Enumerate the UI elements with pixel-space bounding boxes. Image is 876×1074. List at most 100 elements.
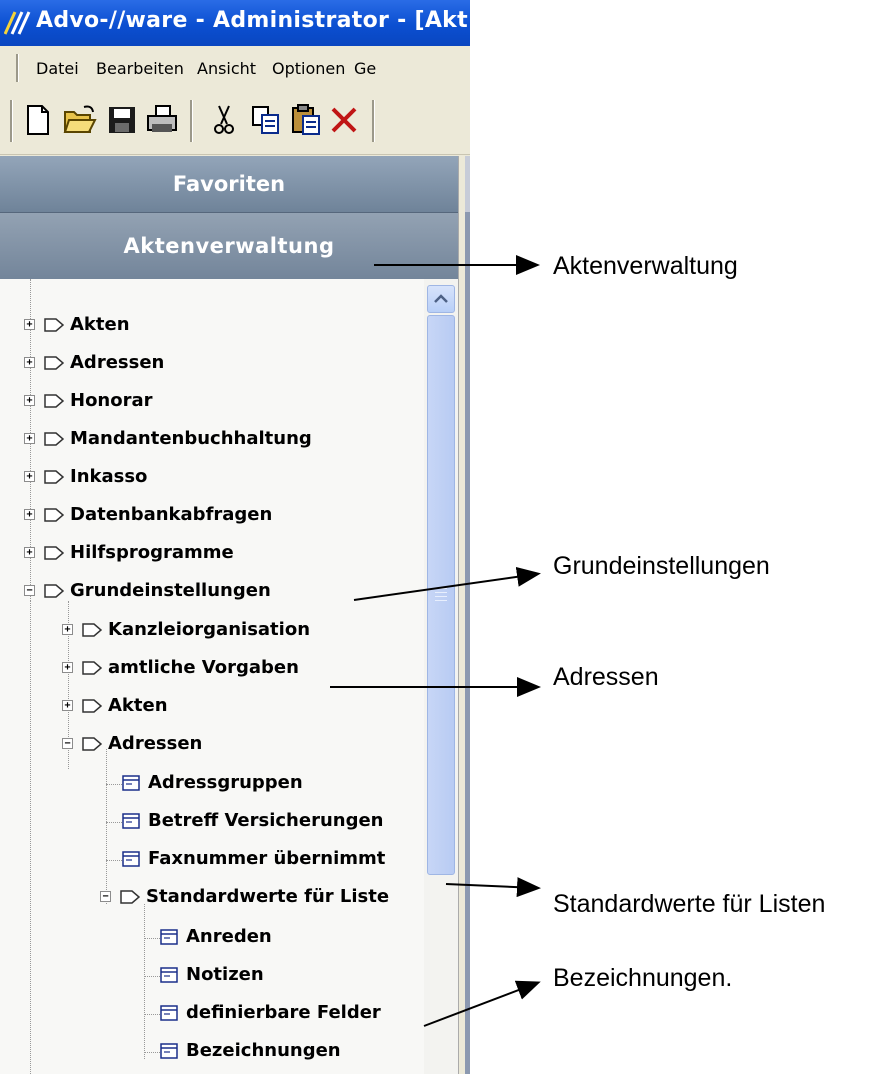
- tree-arrow-icon: [82, 737, 102, 751]
- navigation-tree: + Akten + Adressen + Honorar + Mandanten…: [0, 279, 424, 1074]
- tree-arrow-icon: [82, 623, 102, 637]
- main-content-tab: [465, 156, 470, 212]
- tree-item-label: Bezeichnungen: [186, 1040, 341, 1061]
- chevron-up-icon: [434, 294, 448, 303]
- aktenverwaltung-bar[interactable]: Aktenverwaltung: [0, 213, 458, 280]
- tree-item-label: Anreden: [186, 926, 272, 947]
- menu-bearbeiten[interactable]: Bearbeiten: [96, 59, 184, 78]
- menu-ge[interactable]: Ge: [354, 59, 376, 78]
- print-icon[interactable]: [144, 102, 180, 138]
- tree-connector: [30, 601, 31, 1074]
- expand-toggle[interactable]: +: [62, 700, 73, 711]
- copy-icon[interactable]: [248, 102, 284, 138]
- window-title: Advo-//ware - Administrator - [Akt: [36, 8, 468, 33]
- favoriten-bar[interactable]: Favoriten: [0, 156, 458, 213]
- main-content-area: [465, 156, 470, 1074]
- expand-toggle[interactable]: +: [24, 395, 35, 406]
- tree-connector: [144, 938, 160, 939]
- tree-arrow-icon: [120, 890, 140, 904]
- tree-connector: [144, 976, 160, 977]
- tree-item-label: Adressen: [108, 733, 203, 754]
- tree-item-label: Standardwerte für Liste: [146, 886, 390, 907]
- tree-arrow-icon: [44, 470, 64, 484]
- expand-toggle[interactable]: +: [24, 433, 35, 444]
- delete-icon[interactable]: [326, 102, 362, 138]
- tree-item-label: Grundeinstellungen: [70, 580, 271, 601]
- form-icon: [160, 967, 178, 983]
- form-icon: [160, 1005, 178, 1021]
- tree-item-label: Adressgruppen: [148, 772, 303, 793]
- expand-toggle[interactable]: +: [24, 357, 35, 368]
- expand-toggle[interactable]: +: [62, 662, 73, 673]
- annotation-standardwerte: Standardwerte für Listen: [553, 890, 826, 918]
- open-folder-icon[interactable]: [62, 102, 98, 138]
- menu-ansicht[interactable]: Ansicht: [197, 59, 256, 78]
- scroll-thumb[interactable]: [427, 315, 455, 875]
- screenshot-window: Advo-//ware - Administrator - [Akt Datei…: [0, 0, 470, 1074]
- tree-item-label: Honorar: [70, 390, 153, 411]
- menu-datei[interactable]: Datei: [36, 59, 79, 78]
- annotation-adressen: Adressen: [553, 663, 659, 691]
- tree-arrow-icon: [44, 432, 64, 446]
- tree-item-label: Akten: [108, 695, 168, 716]
- form-icon: [122, 813, 140, 829]
- tree-item-label: definierbare Felder: [186, 1002, 381, 1023]
- tree-arrow-icon: [82, 699, 102, 713]
- thumb-grip-line: [435, 592, 447, 593]
- form-icon: [122, 851, 140, 867]
- tree-item-label: Akten: [70, 314, 130, 335]
- tree-arrow-icon: [44, 508, 64, 522]
- form-icon: [160, 929, 178, 945]
- tree-item-label: amtliche Vorgaben: [108, 657, 299, 678]
- thumb-grip-line: [435, 600, 447, 601]
- form-icon: [160, 1043, 178, 1059]
- tree-item-label: Betreff Versicherungen: [148, 810, 384, 831]
- collapse-toggle[interactable]: −: [100, 891, 111, 902]
- tree-item-label: Notizen: [186, 964, 264, 985]
- scroll-up-button[interactable]: [427, 285, 455, 313]
- tree-connector: [144, 1014, 160, 1015]
- save-icon[interactable]: [104, 102, 140, 138]
- tree-connector: [106, 860, 122, 861]
- tree-connector: [144, 904, 145, 1059]
- menu-bar: Datei Bearbeiten Ansicht Optionen Ge: [0, 46, 470, 91]
- toolbar-separator: [190, 100, 193, 142]
- tree-item-label: Adressen: [70, 352, 165, 373]
- tree-item-label: Kanzleiorganisation: [108, 619, 311, 640]
- tree-item-label: Datenbankabfragen: [70, 504, 273, 525]
- thumb-grip-line: [435, 596, 447, 597]
- tree-item-label: Faxnummer übernimmt: [148, 848, 386, 869]
- tree-scrollbar[interactable]: [424, 279, 458, 1074]
- tree-arrow-icon: [82, 661, 102, 675]
- annotation-bezeichnungen: Bezeichnungen.: [553, 964, 733, 992]
- menu-grip: [16, 54, 19, 82]
- annotation-aktenverwaltung: Aktenverwaltung: [553, 252, 738, 280]
- tree-arrow-icon: [44, 546, 64, 560]
- tree-connector: [144, 1052, 160, 1053]
- tree-item-label: Hilfsprogramme: [70, 542, 234, 563]
- tree-connector: [106, 749, 107, 904]
- collapse-toggle[interactable]: −: [24, 585, 35, 596]
- tree-arrow-icon: [44, 584, 64, 598]
- title-bar[interactable]: Advo-//ware - Administrator - [Akt: [0, 0, 470, 46]
- cut-icon[interactable]: [206, 102, 242, 138]
- collapse-toggle[interactable]: −: [62, 738, 73, 749]
- thumb-grip-line: [435, 588, 447, 589]
- app-logo-icon: [4, 11, 31, 35]
- new-document-icon[interactable]: [20, 102, 56, 138]
- annotation-grundeinstellungen: Grundeinstellungen: [553, 552, 770, 580]
- expand-toggle[interactable]: +: [24, 547, 35, 558]
- menu-optionen[interactable]: Optionen: [272, 59, 345, 78]
- tree-arrow-icon: [44, 394, 64, 408]
- expand-toggle[interactable]: +: [24, 509, 35, 520]
- tree-item-label: Inkasso: [70, 466, 148, 487]
- expand-toggle[interactable]: +: [24, 471, 35, 482]
- toolbar-grip: [10, 100, 13, 142]
- expand-toggle[interactable]: +: [24, 319, 35, 330]
- tree-arrow-icon: [44, 356, 64, 370]
- paste-icon[interactable]: [288, 102, 324, 138]
- toolbar-separator-2: [372, 100, 375, 142]
- form-icon: [122, 775, 140, 791]
- tree-item-label: Mandantenbuchhaltung: [70, 428, 312, 449]
- expand-toggle[interactable]: +: [62, 624, 73, 635]
